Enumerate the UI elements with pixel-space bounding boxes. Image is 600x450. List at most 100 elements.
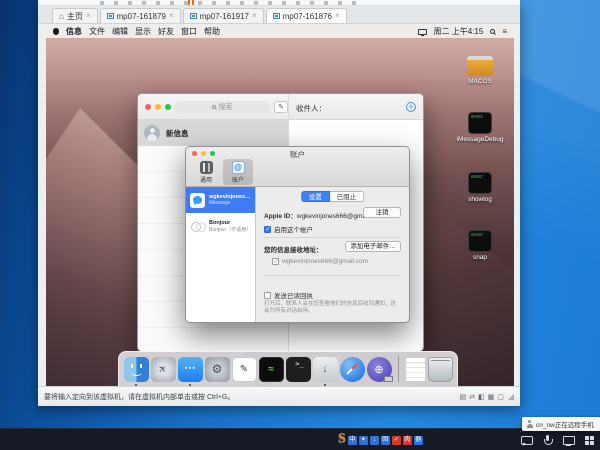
- launchpad-icon[interactable]: ✈: [151, 357, 176, 382]
- avatar: [144, 125, 160, 141]
- add-recipient-button[interactable]: ＋: [406, 102, 416, 112]
- watermark-logo: S: [338, 433, 346, 445]
- close-icon[interactable]: ×: [335, 12, 340, 20]
- toolbar-item-accounts[interactable]: @ 账户: [223, 159, 253, 185]
- pause-icon[interactable]: [188, 0, 195, 5]
- tab-home[interactable]: ⌂ 主页 ×: [52, 8, 98, 23]
- windows-desktop: ⌂ 主页 × mp07-161879 × mp07-161917 × mp07-…: [0, 0, 600, 450]
- accounts-preferences-window: 账户 通用 @ 账户: [185, 146, 410, 323]
- desktop-icon-imessagedebug[interactable]: exec iMessageDebug: [452, 112, 508, 143]
- display-menu-icon[interactable]: [418, 29, 427, 35]
- screen-sharing-icon[interactable]: ⊕: [367, 357, 392, 382]
- close-icon[interactable]: ×: [169, 12, 174, 20]
- read-receipts-label: 发送已读回执: [274, 290, 313, 300]
- trash-icon[interactable]: [428, 357, 453, 382]
- user-icon: [526, 420, 533, 428]
- document-file-icon[interactable]: [405, 357, 426, 382]
- down-arrow-glyph: ↓: [322, 363, 328, 375]
- menu-window[interactable]: 窗口: [181, 26, 197, 37]
- vmware-status-bar: 要将输入定向到该虚拟机，请在虚拟机内部单击或按 Ctrl+G。 ▤ ⇄ ◧ ▦ …: [38, 386, 520, 406]
- conversation-title: 新信息: [166, 128, 189, 139]
- compose-button[interactable]: ✎: [274, 101, 288, 113]
- sign-out-button[interactable]: 注销: [363, 207, 401, 218]
- tab-vm3-label: mp07-161876: [283, 12, 332, 21]
- textedit-icon[interactable]: ✎: [232, 357, 257, 382]
- hdd-icon[interactable]: ▤: [459, 393, 466, 401]
- close-icon[interactable]: ×: [86, 12, 91, 20]
- tab-blocked[interactable]: 已阻止: [330, 191, 365, 202]
- menu-file[interactable]: 文件: [89, 26, 105, 37]
- toolbar-icons-partial: [100, 1, 360, 5]
- menu-buddies[interactable]: 好友: [158, 26, 174, 37]
- video-watermark: S 中 ✦ ↓ 回 ✓ 肉 器: [338, 433, 423, 445]
- menu-help[interactable]: 帮助: [204, 26, 220, 37]
- account-settings-pane: 设置 已阻止 Apple ID： wgkevinjones666@gmail.co…: [256, 187, 409, 322]
- desktop-icon-showlog[interactable]: exec showlog: [452, 172, 508, 203]
- network-icon[interactable]: ⇄: [469, 393, 475, 401]
- windows-taskbar[interactable]: [0, 428, 600, 450]
- vmware-tab-bar: ⌂ 主页 × mp07-161879 × mp07-161917 × mp07-…: [38, 6, 520, 24]
- tab-vm3-active[interactable]: mp07-161876 ×: [266, 8, 347, 23]
- macos-menu-bar: 信息 文件 编辑 显示 好友 窗口 帮助 周二 上午4:15 ≡: [46, 25, 514, 38]
- desktop-icon-label: showlog: [468, 196, 492, 203]
- search-input[interactable]: 搜索: [174, 101, 270, 113]
- traffic-lights: [145, 104, 171, 110]
- console-app-icon[interactable]: ≈: [259, 357, 284, 382]
- minimize-button[interactable]: [155, 104, 161, 110]
- screen-icon[interactable]: [563, 435, 574, 446]
- close-button[interactable]: [145, 104, 151, 110]
- list-item-new-message[interactable]: 新信息: [138, 120, 288, 146]
- account-row-bonjour[interactable]: Bonjour Bonjour（不适用）: [186, 213, 255, 239]
- add-email-button[interactable]: 添加电子邮件…: [345, 241, 401, 252]
- read-receipts-checkbox[interactable]: [264, 292, 271, 299]
- apple-id-label: Apple ID：: [264, 213, 297, 220]
- terminal-icon[interactable]: >_: [286, 357, 311, 382]
- compass-needle: [346, 363, 357, 374]
- menu-bar-clock[interactable]: 周二 上午4:15: [434, 26, 484, 37]
- tab-settings[interactable]: 设置: [301, 191, 330, 202]
- preferences-header: 账户 通用 @ 账户: [186, 147, 409, 187]
- account-row-imessage[interactable]: wgkevinjones666@… iMessage: [186, 187, 255, 213]
- toolbar-item-general[interactable]: 通用: [191, 159, 221, 185]
- chat-icon[interactable]: [521, 435, 532, 446]
- address-checkbox[interactable]: [272, 258, 279, 265]
- notification-center-icon[interactable]: ≡: [502, 27, 507, 36]
- close-icon[interactable]: ×: [252, 12, 257, 20]
- finder-icon[interactable]: [124, 357, 149, 382]
- menu-edit[interactable]: 编辑: [112, 26, 128, 37]
- tab-vm2[interactable]: mp07-161917 ×: [183, 8, 264, 23]
- dock-separator: [398, 356, 399, 383]
- address-value: wgkevinjones666@gmail.com: [282, 258, 368, 265]
- system-preferences-icon[interactable]: ⚙: [205, 357, 230, 382]
- tab-vm1-label: mp07-161879: [117, 12, 166, 21]
- safari-icon[interactable]: [340, 357, 365, 382]
- menu-messages[interactable]: 信息: [66, 26, 82, 37]
- watermark-glyph: 肉: [403, 436, 412, 445]
- resize-grip[interactable]: ◢: [508, 392, 514, 401]
- remote-control-bar: [521, 435, 595, 446]
- watermark-glyph: ✦: [359, 436, 368, 445]
- sound-icon[interactable]: ◧: [478, 393, 485, 401]
- bubble-dots-glyph: ⋯: [185, 361, 196, 374]
- desktop-icon-snap[interactable]: exec snap: [452, 230, 508, 261]
- tab-vm1[interactable]: mp07-161879 ×: [100, 8, 181, 23]
- installer-stack-icon[interactable]: ↓: [313, 357, 338, 382]
- tab-vm2-label: mp07-161917: [200, 12, 249, 21]
- messages-dock-icon[interactable]: ⋯: [178, 357, 203, 382]
- cd-icon[interactable]: ▢: [497, 393, 504, 401]
- apple-menu-icon[interactable]: [53, 28, 59, 35]
- enable-account-checkbox[interactable]: [264, 226, 271, 233]
- desktop-icon-label: snap: [473, 254, 487, 261]
- remote-session-toast[interactable]: cn_nw正在远程手机: [522, 417, 600, 431]
- spotlight-search-icon[interactable]: [490, 29, 495, 34]
- messages-toolbar: 搜索 ✎ 收件人： ＋: [138, 94, 423, 120]
- microphone-icon[interactable]: [542, 435, 553, 446]
- usb-icon[interactable]: ▦: [488, 393, 495, 401]
- zoom-button[interactable]: [165, 104, 171, 110]
- executable-icon: exec: [468, 172, 492, 194]
- account-type: Bonjour（不适用）: [209, 226, 251, 233]
- globe-glyph: ⊕: [374, 363, 383, 376]
- desktop-icon-macos[interactable]: MACOS: [452, 56, 508, 85]
- menu-view[interactable]: 显示: [135, 26, 151, 37]
- apps-grid-icon[interactable]: [584, 435, 595, 446]
